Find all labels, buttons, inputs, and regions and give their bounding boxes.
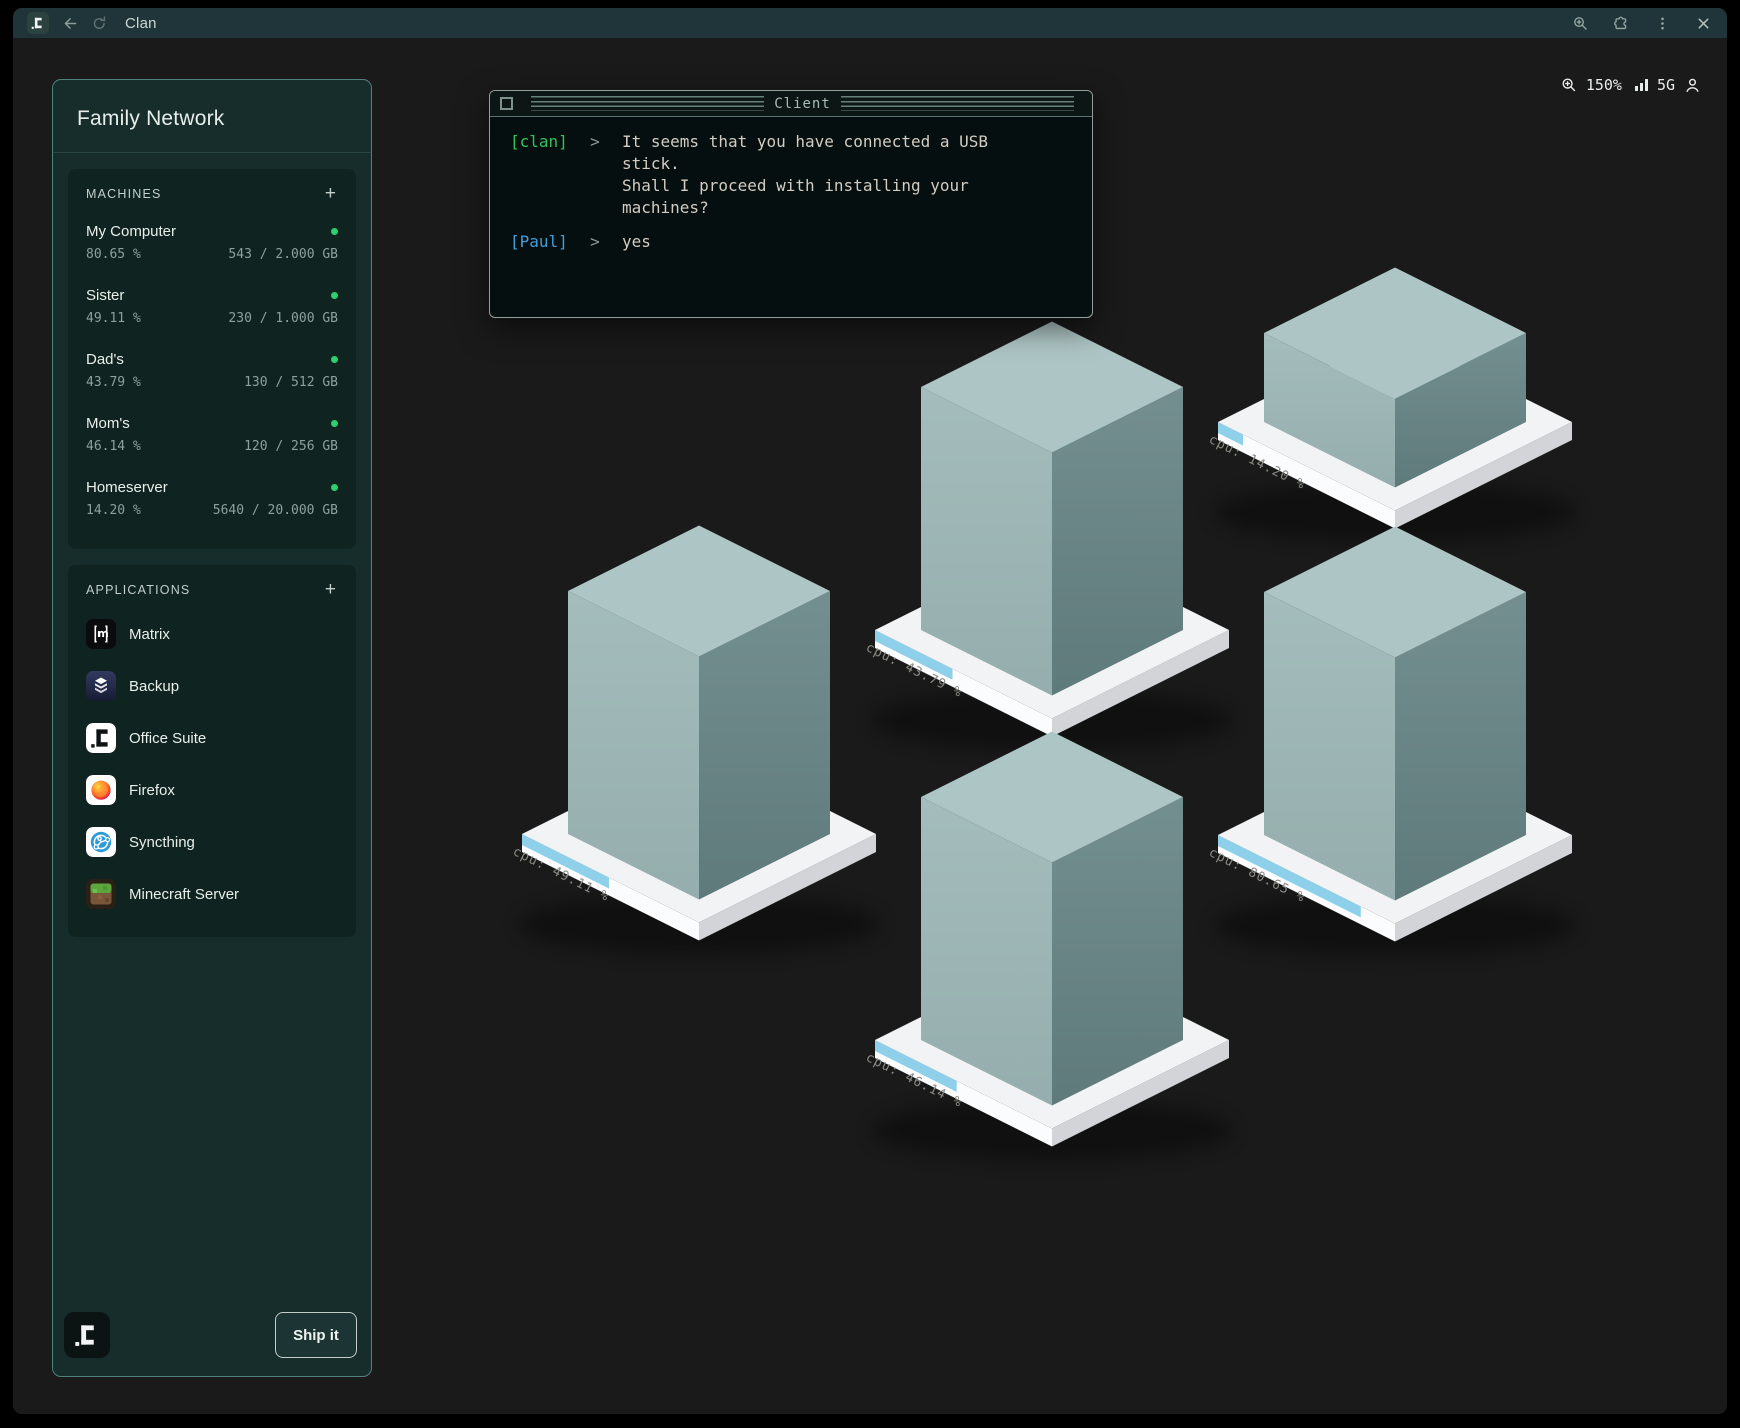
syncthing-icon (86, 827, 116, 857)
machine-cube-homeserver[interactable]: cpu: 14.20 % (1206, 268, 1575, 543)
online-dot-icon (331, 292, 338, 299)
zoom-level: 150% (1586, 76, 1622, 94)
signal-bars-icon (1635, 79, 1648, 91)
user-icon (1684, 77, 1701, 94)
machine-cpu: 46.14 % (86, 439, 141, 454)
machine-cpu: 43.79 % (86, 375, 141, 390)
menu-kebab-icon[interactable] (1653, 14, 1672, 33)
online-dot-icon (331, 356, 338, 363)
app-row[interactable]: Syncthing (86, 827, 338, 857)
client-messages: [clan]>It seems that you have connected … (490, 117, 1092, 279)
online-dot-icon (331, 228, 338, 235)
machines-panel: MACHINES + My Computer 80.65 % 543 / 2.000… (68, 169, 356, 549)
browser-topbar: Clan (13, 8, 1727, 38)
machine-cube-my-computer[interactable]: cpu: 80.65 % (1206, 527, 1575, 956)
app-label: Matrix (129, 626, 170, 643)
app-row[interactable]: Minecraft Server (86, 879, 338, 909)
machine-row[interactable]: My Computer 80.65 % 543 / 2.000 GB (86, 223, 338, 262)
message-text: yes (622, 231, 651, 253)
online-dot-icon (331, 420, 338, 427)
app-label: Office Suite (129, 730, 206, 747)
machine-row[interactable]: Homeserver 14.20 % 5640 / 20.000 GB (86, 479, 338, 518)
minecraft-icon (86, 879, 116, 909)
machine-cpu: 49.11 % (86, 311, 141, 326)
clan-favicon (27, 12, 49, 34)
machine-memory: 130 / 512 GB (244, 375, 338, 390)
titlebar-close-box-icon[interactable] (500, 97, 513, 110)
machine-memory: 120 / 256 GB (244, 439, 338, 454)
client-titlebar[interactable]: Client (490, 91, 1092, 117)
machine-row[interactable]: Dad's 43.79 % 130 / 512 GB (86, 351, 338, 390)
app-label: Minecraft Server (129, 886, 239, 903)
app-row[interactable]: Firefox (86, 775, 338, 805)
titlebar-stripes (841, 96, 1074, 111)
app-row[interactable]: Matrix (86, 619, 338, 649)
app-row[interactable]: Backup (86, 671, 338, 701)
machine-row[interactable]: Sister 49.11 % 230 / 1.000 GB (86, 287, 338, 326)
terminal-message: [Paul]>yes (510, 231, 1072, 253)
sidebar-title: Family Network (53, 80, 371, 131)
clan-logo-icon (74, 1322, 100, 1348)
network-label: 5G (1657, 76, 1675, 94)
machine-row[interactable]: Mom's 46.14 % 120 / 256 GB (86, 415, 338, 454)
app-row[interactable]: Office Suite (86, 723, 338, 753)
status-indicators: 150% 5G (1561, 76, 1701, 94)
titlebar-stripes (531, 96, 764, 111)
machine-cube-dad-s[interactable]: cpu: 43.79 % (863, 322, 1232, 751)
backup-icon (86, 671, 116, 701)
close-icon[interactable] (1694, 14, 1713, 33)
back-icon[interactable] (61, 14, 80, 33)
machine-memory: 543 / 2.000 GB (228, 247, 338, 262)
app-label: Firefox (129, 782, 175, 799)
firefox-icon (86, 775, 116, 805)
network-canvas: cpu: 14.20 %cpu: 43.79 %cpu: 49.11 %cpu:… (13, 38, 1727, 1414)
machine-name: Mom's (86, 415, 130, 432)
browser-window: Clan (13, 8, 1727, 1414)
ship-it-button[interactable]: Ship it (275, 1312, 357, 1358)
applications-header: APPLICATIONS (86, 583, 190, 597)
machine-name: Homeserver (86, 479, 168, 496)
extensions-puzzle-icon[interactable] (1612, 14, 1631, 33)
matrix-icon (86, 619, 116, 649)
zoom-in-icon[interactable] (1571, 14, 1590, 33)
machine-name: My Computer (86, 223, 176, 240)
machines-header: MACHINES (86, 187, 162, 201)
zoom-level-icon (1561, 77, 1577, 93)
app-label: Syncthing (129, 834, 195, 851)
sidebar-footer: Ship it (53, 1312, 371, 1358)
client-terminal-window: Client [clan]>It seems that you have con… (489, 90, 1093, 318)
add-application-button[interactable]: + (323, 580, 338, 599)
message-text: It seems that you have connected a USBst… (622, 131, 988, 219)
clan-logo (64, 1312, 110, 1358)
prompt-char: > (568, 131, 622, 219)
message-speaker: [Paul] (510, 231, 568, 253)
machine-cpu: 80.65 % (86, 247, 141, 262)
online-dot-icon (331, 484, 338, 491)
app-label: Backup (129, 678, 179, 695)
refresh-icon[interactable] (90, 14, 109, 33)
sidebar: Family Network MACHINES + My Computer 80.… (52, 79, 372, 1377)
applications-panel: APPLICATIONS + Matrix Backup Office Suite F… (68, 565, 356, 937)
prompt-char: > (568, 231, 622, 253)
machine-cpu: 14.20 % (86, 503, 141, 518)
add-machine-button[interactable]: + (323, 184, 338, 203)
machine-memory: 230 / 1.000 GB (228, 311, 338, 326)
tab-title: Clan (125, 15, 157, 32)
machine-memory: 5640 / 20.000 GB (213, 503, 338, 518)
office-suite-icon (86, 723, 116, 753)
machine-cube-sister[interactable]: cpu: 49.11 % (510, 526, 879, 955)
machine-cube-mom-s[interactable]: cpu: 46.14 % (863, 732, 1232, 1161)
client-title: Client (774, 96, 831, 112)
clan-logo-icon (31, 16, 45, 30)
machine-name: Sister (86, 287, 124, 304)
terminal-message: [clan]>It seems that you have connected … (510, 131, 1072, 219)
divider (53, 152, 371, 153)
message-speaker: [clan] (510, 131, 568, 219)
machine-name: Dad's (86, 351, 124, 368)
